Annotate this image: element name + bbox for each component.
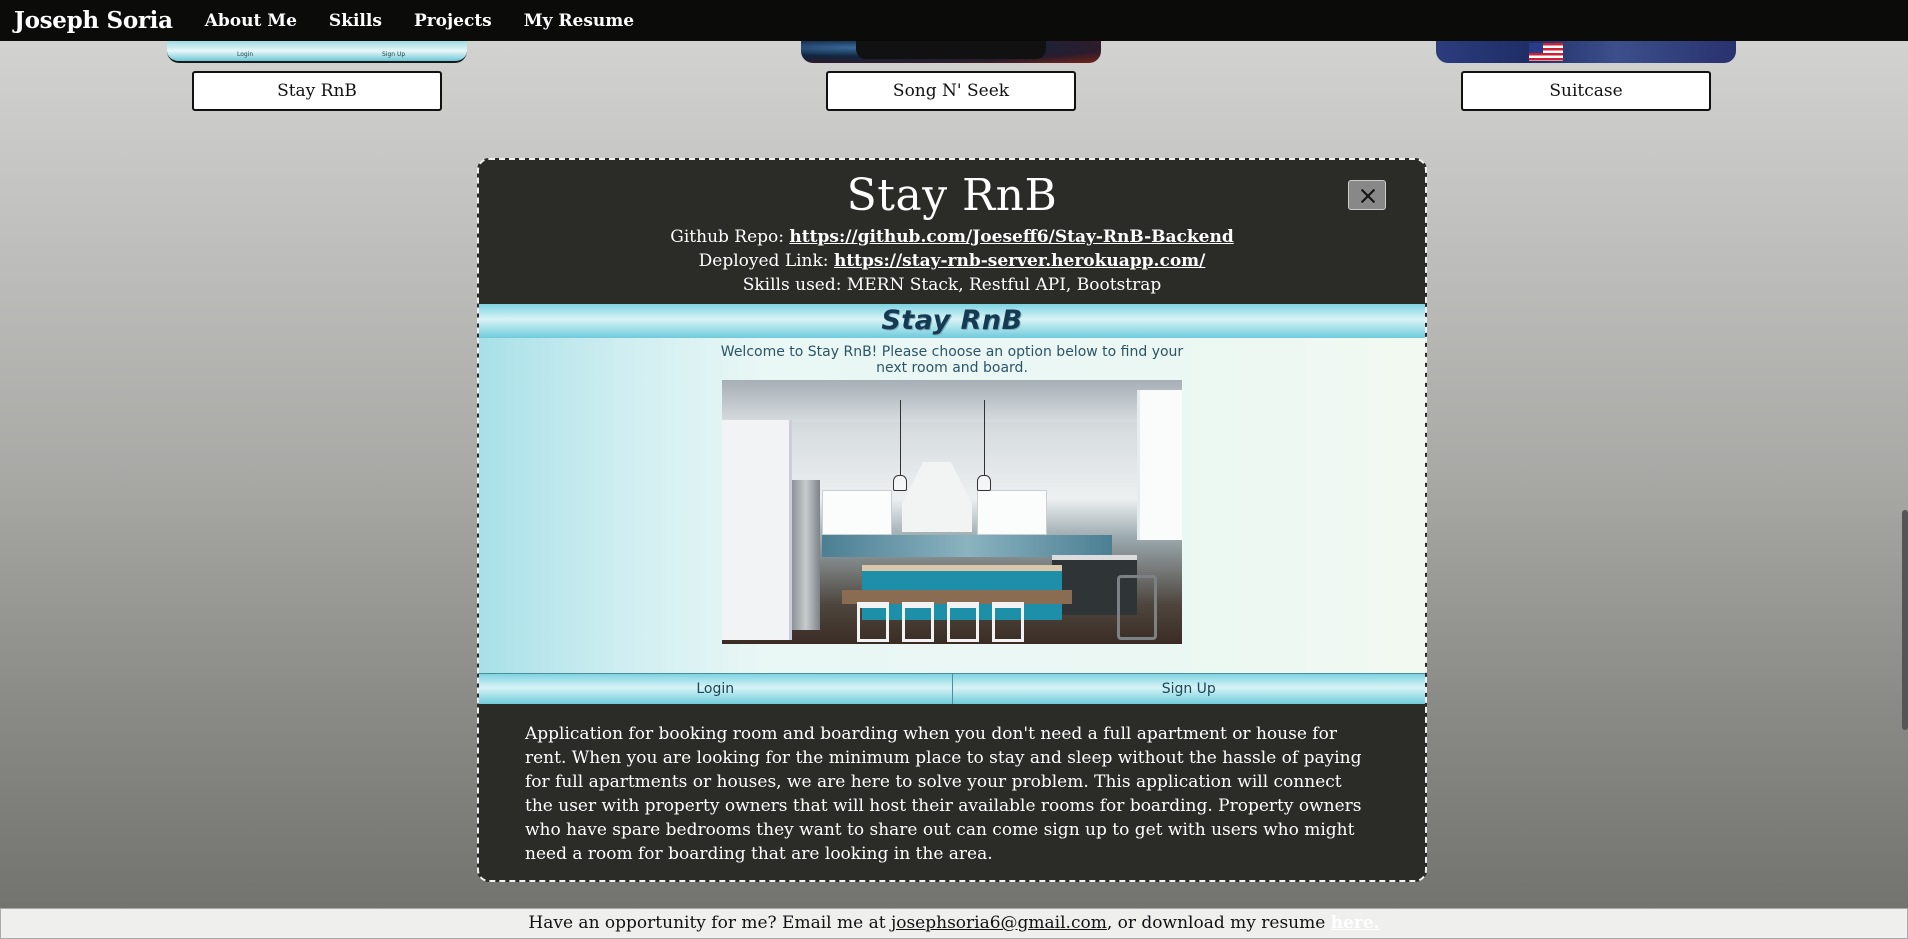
kitchen-image [722, 380, 1182, 644]
modal-title: Stay RnB [846, 170, 1058, 221]
project-card-stay-rnb: Login Sign Up Stay RnB [167, 41, 467, 111]
email-link[interactable]: josephsoria6@gmail.com [891, 913, 1107, 933]
project-thumbnail[interactable] [1436, 41, 1736, 63]
skills-used: Skills used: MERN Stack, Restful API, Bo… [742, 275, 1162, 295]
project-screenshot: Stay RnB Welcome to Stay RnB! Please cho… [479, 304, 1425, 704]
project-card-song-n-seek: Song N' Seek [801, 41, 1101, 111]
nav-link-about-me[interactable]: About Me [205, 11, 297, 31]
project-modal: Stay RnB Github Repo: https://github.com… [477, 158, 1427, 882]
thumbnail-signup-text: Sign Up [382, 51, 406, 58]
github-repo-link[interactable]: https://github.com/Joeseff6/Stay-RnB-Bac… [789, 227, 1233, 247]
preview-welcome-text: Welcome to Stay RnB! Please choose an op… [720, 344, 1184, 376]
project-button-song-n-seek[interactable]: Song N' Seek [826, 71, 1076, 111]
deployed-label: Deployed Link: [698, 251, 829, 271]
deployed-link[interactable]: https://stay-rnb-server.herokuapp.com/ [834, 251, 1205, 271]
preview-login-button: Login [479, 673, 952, 704]
project-thumbnail[interactable] [801, 41, 1101, 63]
nav-link-my-resume[interactable]: My Resume [524, 11, 634, 31]
nav-link-projects[interactable]: Projects [414, 11, 492, 31]
thumbnail-login-text: Login [237, 51, 254, 58]
project-info: Github Repo: https://github.com/Joeseff6… [479, 225, 1425, 297]
project-description: Application for booking room and boardin… [525, 724, 1362, 864]
scrollbar-thumb[interactable] [1902, 510, 1908, 730]
nav-links: About Me Skills Projects My Resume [205, 11, 666, 31]
deployed-row: Deployed Link: https://stay-rnb-server.h… [479, 249, 1425, 273]
brand-logo[interactable]: Joseph Soria [14, 7, 173, 34]
project-button-stay-rnb[interactable]: Stay RnB [192, 71, 442, 111]
preview-signup-button: Sign Up [951, 673, 1425, 704]
preview-buttons: Login Sign Up [479, 673, 1425, 704]
footer: Have an opportunity for me? Email me at … [0, 908, 1908, 939]
flag-image [1529, 43, 1563, 61]
resume-download-link[interactable]: here. [1331, 913, 1380, 933]
preview-logo: Stay RnB [881, 305, 1023, 336]
project-thumbnail[interactable]: Login Sign Up [167, 41, 467, 63]
nav-link-skills[interactable]: Skills [329, 11, 382, 31]
project-button-suitcase[interactable]: Suitcase [1461, 71, 1711, 111]
navbar: Joseph Soria About Me Skills Projects My… [0, 0, 1908, 41]
project-card-suitcase: Suitcase [1436, 41, 1736, 111]
preview-header: Stay RnB [479, 304, 1425, 338]
close-button[interactable] [1348, 180, 1386, 210]
footer-text-middle: , or download my resume [1106, 913, 1331, 933]
github-row: Github Repo: https://github.com/Joeseff6… [479, 225, 1425, 249]
github-label: Github Repo: [670, 227, 785, 247]
footer-text-prefix: Have an opportunity for me? Email me at [528, 913, 891, 933]
